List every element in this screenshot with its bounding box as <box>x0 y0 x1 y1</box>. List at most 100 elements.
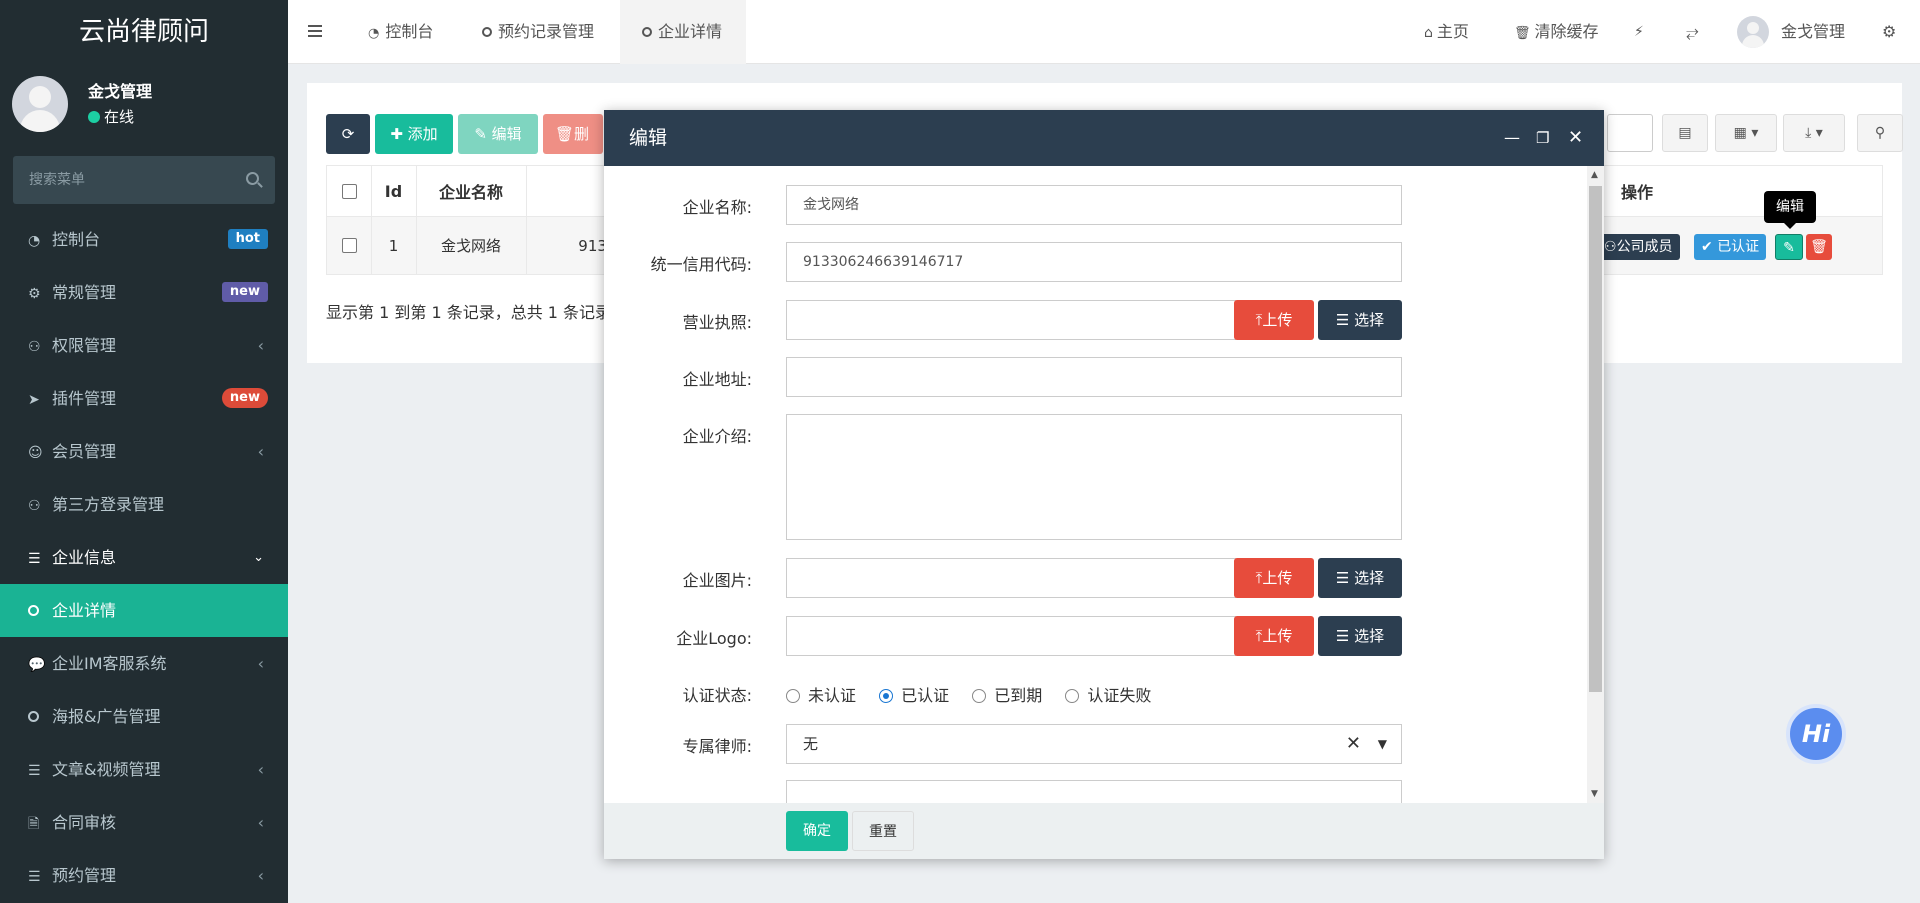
rocket-icon: ➤ <box>28 392 40 408</box>
sidebar-item-label: 企业详情 <box>52 601 117 620</box>
caret-down-icon[interactable]: ▼ <box>1378 725 1387 763</box>
radio-uncertified[interactable]: 未认证 <box>786 686 856 705</box>
confirm-button[interactable]: 确定 <box>786 811 848 851</box>
add-button[interactable]: ✚ 添加 <box>375 114 453 154</box>
tab-appointment-records[interactable]: 预约记录管理 <box>478 0 598 64</box>
user-circle-icon: ☺ <box>28 445 43 461</box>
export-dropdown[interactable]: ⤓ ▾ <box>1783 114 1845 152</box>
search-icon[interactable] <box>246 172 259 185</box>
list-icon: ☰ <box>28 869 41 885</box>
license-upload-button[interactable]: ⤒上传 <box>1234 300 1314 340</box>
business-license-input[interactable] <box>786 300 1236 340</box>
company-name-input[interactable]: 金戈网络 <box>786 185 1402 225</box>
sidebar-item-plugins[interactable]: ➤ 插件管理 new <box>0 372 288 425</box>
group-icon: ⚇ <box>28 339 41 355</box>
maximize-icon[interactable]: ❐ <box>1536 110 1549 166</box>
row-checkbox[interactable] <box>327 217 371 274</box>
export-icon: ⤓ ▾ <box>1805 125 1823 141</box>
avatar <box>12 76 68 132</box>
sidebar-item-company-detail[interactable]: 企业详情 <box>0 584 288 637</box>
chat-bubble-button[interactable]: Hi <box>1786 704 1846 764</box>
business-license-label: 营业执照: <box>682 313 752 332</box>
credit-code-input[interactable]: 913306246639146717 <box>786 242 1402 282</box>
user-menu[interactable]: 金戈管理 <box>1781 0 1845 64</box>
radio-expired[interactable]: 已到期 <box>972 686 1042 705</box>
sidebar-item-contract-review[interactable]: 🗎 合同审核 ‹ <box>0 796 288 849</box>
company-name-label: 企业名称: <box>682 198 752 217</box>
scroll-down-icon[interactable]: ▼ <box>1591 789 1598 799</box>
company-members-button[interactable]: ⚇公司成员 <box>1600 234 1680 260</box>
trash-icon: 🗑 <box>1514 26 1531 41</box>
sidebar-item-general[interactable]: ⚙ 常规管理 new <box>0 266 288 319</box>
company-address-label: 企业地址: <box>682 370 752 389</box>
tab-company-detail[interactable]: 企业详情 <box>620 0 746 64</box>
edit-button[interactable]: ✎ 编辑 <box>458 114 538 154</box>
close-icon[interactable]: ✕ <box>1568 110 1583 166</box>
sidebar-item-third-party-login[interactable]: ⚇ 第三方登录管理 <box>0 478 288 531</box>
avatar[interactable] <box>1737 16 1769 48</box>
settings-gear-icon[interactable]: ⚙ <box>1882 0 1896 64</box>
scroll-up-icon[interactable]: ▲ <box>1591 170 1598 180</box>
user-name: 金戈管理 <box>88 82 153 101</box>
sidebar-item-label: 常规管理 <box>52 283 117 302</box>
license-choose-button[interactable]: ☰ 选择 <box>1318 300 1402 340</box>
delete-button[interactable]: 🗑删除 <box>543 114 603 154</box>
search-button[interactable]: ⚲ <box>1857 114 1903 152</box>
logo-upload-button[interactable]: ⤒上传 <box>1234 616 1314 656</box>
menu-search <box>13 156 275 204</box>
radio-failed[interactable]: 认证失败 <box>1065 686 1151 705</box>
choose-label: 选择 <box>1354 627 1385 645</box>
menu-search-input[interactable] <box>13 156 275 204</box>
home-link[interactable]: ⌂ 主页 <box>1424 0 1469 64</box>
sidebar-item-dashboard[interactable]: ◔ 控制台 hot <box>0 213 288 266</box>
dashboard-icon: ◔ <box>368 26 380 41</box>
minimize-icon[interactable]: — <box>1504 110 1520 166</box>
company-intro-textarea[interactable] <box>786 414 1402 540</box>
sidebar-item-appointments[interactable]: ☰ 预约管理 ‹ <box>0 849 288 902</box>
sidebar-item-permissions[interactable]: ⚇ 权限管理 ‹ <box>0 319 288 372</box>
toggle-view-button[interactable]: ▤ <box>1662 114 1708 152</box>
reset-button[interactable]: 重置 <box>852 811 914 851</box>
app-logo[interactable]: 云尚律顾问 <box>0 0 288 64</box>
sidebar-item-articles-videos[interactable]: ☰ 文章&视频管理 ‹ <box>0 743 288 796</box>
fullscreen-icon[interactable]: ⥂ <box>1686 0 1699 64</box>
col-company-name[interactable]: 企业名称 <box>416 166 526 216</box>
row-delete-button[interactable]: 🗑 <box>1806 234 1832 260</box>
sidebar-item-members[interactable]: ☺ 会员管理 ‹ <box>0 425 288 478</box>
radio-certified[interactable]: 已认证 <box>879 686 949 705</box>
upload-label: 上传 <box>1262 311 1293 329</box>
clear-icon[interactable]: ✕ <box>1346 725 1361 763</box>
company-image-input[interactable] <box>786 558 1236 598</box>
certified-button[interactable]: ✔ 已认证 <box>1694 234 1767 260</box>
image-upload-button[interactable]: ⤒上传 <box>1234 558 1314 598</box>
next-field-input[interactable] <box>786 780 1402 803</box>
columns-dropdown[interactable]: ▦ ▾ <box>1715 114 1777 152</box>
logo-choose-button[interactable]: ☰ 选择 <box>1318 616 1402 656</box>
choose-label: 选择 <box>1354 311 1385 329</box>
sidebar-item-posters-ads[interactable]: 海报&广告管理 <box>0 690 288 743</box>
tab-dashboard[interactable]: ◔ 控制台 <box>364 0 437 64</box>
col-id[interactable]: Id <box>371 166 416 216</box>
certified-label: 已认证 <box>1717 239 1760 255</box>
select-all-checkbox[interactable] <box>327 166 371 216</box>
image-choose-button[interactable]: ☰ 选择 <box>1318 558 1402 598</box>
refresh-icon: ⟳ <box>341 125 355 143</box>
sidebar-item-company-info[interactable]: ☰ 企业信息 ⌄ <box>0 531 288 584</box>
pencil-icon: ✎ <box>1783 240 1795 256</box>
menu-toggle-icon[interactable] <box>308 25 322 37</box>
clear-cache-label: 清除缓存 <box>1534 22 1599 41</box>
radio-label: 已认证 <box>901 686 950 705</box>
modal-scrollbar[interactable]: ▲ ▼ <box>1587 166 1604 803</box>
translate-icon[interactable]: ⚡ <box>1634 0 1644 64</box>
refresh-button[interactable]: ⟳ <box>326 114 370 154</box>
lawyer-select[interactable]: 无 ✕ ▼ <box>786 724 1402 764</box>
row-edit-button[interactable]: ✎ <box>1775 234 1803 260</box>
company-address-input[interactable] <box>786 357 1402 397</box>
search-field-edge[interactable] <box>1607 114 1653 152</box>
scrollbar-thumb[interactable] <box>1589 186 1602 692</box>
modal-title: 编辑 <box>629 127 668 149</box>
sidebar-item-im-service[interactable]: 💬 企业IM客服系统 ‹ <box>0 637 288 690</box>
clear-cache-button[interactable]: 🗑 清除缓存 <box>1514 0 1599 64</box>
company-logo-input[interactable] <box>786 616 1236 656</box>
trash-icon: 🗑 <box>555 125 575 143</box>
